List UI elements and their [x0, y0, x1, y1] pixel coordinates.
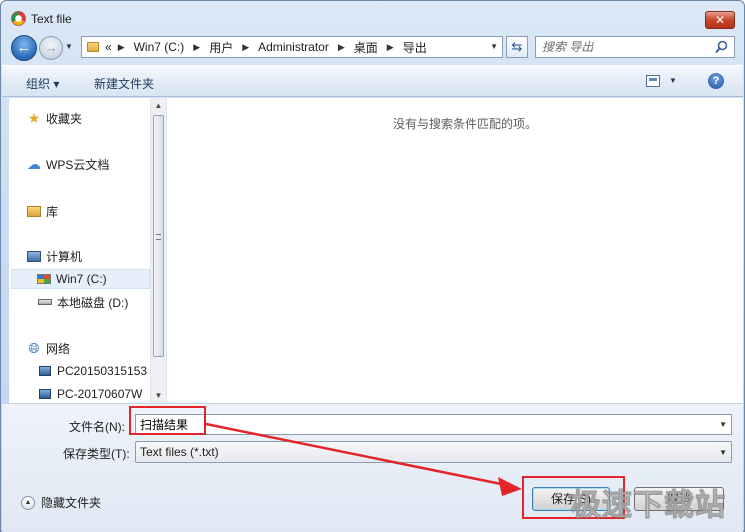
chevron-right-icon[interactable]: ▶	[338, 42, 345, 53]
breadcrumb-users[interactable]: 用户	[209, 39, 233, 56]
filename-highlight-box	[129, 406, 206, 435]
folder-icon	[87, 42, 99, 52]
system-drive-icon	[36, 271, 52, 287]
hide-folders-toggle[interactable]: ▲ 隐藏文件夹	[21, 494, 101, 511]
close-button[interactable]: ✕	[705, 11, 735, 29]
address-dropdown-icon[interactable]: ▼	[490, 42, 498, 51]
nav-item-libraries[interactable]: 库	[26, 201, 58, 221]
app-icon	[11, 11, 26, 26]
title-bar: Text file ✕	[1, 1, 744, 33]
network-pc-icon	[37, 363, 53, 379]
save-dialog-window: Text file ✕ ← → ▼ « ▶ Win7 (C:) ▶ 用户 ▶ A…	[0, 0, 745, 532]
breadcrumb-export[interactable]: 导出	[403, 39, 427, 56]
breadcrumb-administrator[interactable]: Administrator	[258, 40, 329, 54]
nav-item-label: 收藏夹	[46, 111, 83, 126]
nav-item-drive-c[interactable]: Win7 (C:)	[11, 269, 150, 289]
network-pc-icon	[37, 386, 53, 402]
nav-item-label: Win7 (C:)	[56, 272, 107, 286]
filetype-value: Text files (*.txt)	[140, 445, 219, 459]
scrollbar-thumb[interactable]	[153, 115, 164, 357]
breadcrumb-overflow[interactable]: «	[105, 40, 112, 54]
nav-item-label: 本地磁盘 (D:)	[57, 295, 129, 310]
watermark-text: 极速下载站	[571, 488, 726, 524]
nav-item-network-pc-2[interactable]: PC-20170607W	[37, 384, 150, 404]
filename-combobox[interactable]: ▼	[135, 414, 732, 435]
view-options-dropdown[interactable]: ▼	[669, 76, 677, 85]
computer-icon	[26, 248, 42, 264]
chevron-right-icon[interactable]: ▶	[118, 42, 125, 53]
grip-icon	[156, 234, 161, 240]
address-bar[interactable]: « ▶ Win7 (C:) ▶ 用户 ▶ Administrator ▶ 桌面 …	[81, 36, 503, 58]
window-title: Text file	[31, 12, 72, 26]
empty-results-message: 没有与搜索条件匹配的项。	[392, 117, 537, 131]
organize-menu[interactable]: 组织 ▾	[26, 75, 59, 92]
nav-item-wps-cloud[interactable]: ☁ WPS云文档	[26, 154, 109, 174]
chevron-down-icon[interactable]: ▼	[719, 420, 727, 429]
scroll-down-icon[interactable]: ▼	[151, 388, 166, 403]
chevron-right-icon[interactable]: ▶	[387, 42, 394, 53]
chevron-right-icon[interactable]: ▶	[193, 42, 200, 53]
filename-label: 文件名(N):	[69, 420, 125, 434]
breadcrumb-drive[interactable]: Win7 (C:)	[134, 40, 185, 54]
recent-locations-dropdown[interactable]: ▼	[65, 42, 73, 51]
nav-item-network-pc-1[interactable]: PC20150315153	[37, 361, 150, 381]
breadcrumb-desktop[interactable]: 桌面	[354, 39, 378, 56]
scroll-up-icon[interactable]: ▲	[151, 98, 166, 113]
network-icon: 🌐︎	[28, 339, 40, 356]
navigation-pane: ★ 收藏夹 ☁ WPS云文档 库 计算机 Win7 (C:) 本地磁盘 (D:)…	[9, 98, 167, 403]
nav-item-label: 网络	[46, 341, 71, 356]
chevron-right-icon[interactable]: ▶	[242, 42, 249, 53]
navigation-scrollbar[interactable]: ▲ ▼	[150, 98, 166, 403]
hide-folders-label: 隐藏文件夹	[41, 496, 102, 510]
nav-item-drive-d[interactable]: 本地磁盘 (D:)	[37, 292, 128, 312]
nav-item-label: 计算机	[46, 249, 83, 264]
nav-item-label: 库	[46, 204, 59, 219]
filetype-label: 保存类型(T):	[63, 447, 130, 461]
search-input[interactable]	[542, 40, 712, 54]
command-bar: 组织 ▾ 新建文件夹 ▼ ?	[2, 65, 743, 97]
filename-input[interactable]	[140, 417, 700, 432]
chevron-up-icon: ▲	[21, 495, 35, 510]
chevron-down-icon[interactable]: ▼	[719, 448, 727, 457]
filetype-select[interactable]: Text files (*.txt) ▼	[135, 441, 732, 463]
library-icon	[26, 203, 42, 219]
search-icon[interactable]	[715, 40, 728, 54]
back-button[interactable]: ←	[11, 35, 37, 61]
nav-item-network[interactable]: 🌐︎ 网络	[26, 338, 70, 358]
nav-item-favorites[interactable]: ★ 收藏夹	[26, 108, 82, 128]
star-icon: ★	[27, 109, 41, 126]
forward-button[interactable]: →	[39, 36, 63, 60]
search-box[interactable]	[535, 36, 735, 58]
help-icon[interactable]: ?	[708, 73, 724, 89]
drive-icon	[37, 294, 53, 310]
change-view-icon[interactable]	[646, 75, 660, 87]
nav-item-label: WPS云文档	[46, 157, 110, 172]
nav-item-label: PC-20170607W	[57, 387, 143, 401]
nav-item-label: PC20150315153	[57, 364, 148, 378]
file-list[interactable]: 没有与搜索条件匹配的项。	[167, 98, 743, 403]
new-folder-button[interactable]: 新建文件夹	[94, 75, 154, 92]
nav-item-computer[interactable]: 计算机	[26, 246, 82, 266]
refresh-button[interactable]: ⇆	[506, 36, 528, 58]
cloud-icon: ☁	[27, 155, 41, 172]
